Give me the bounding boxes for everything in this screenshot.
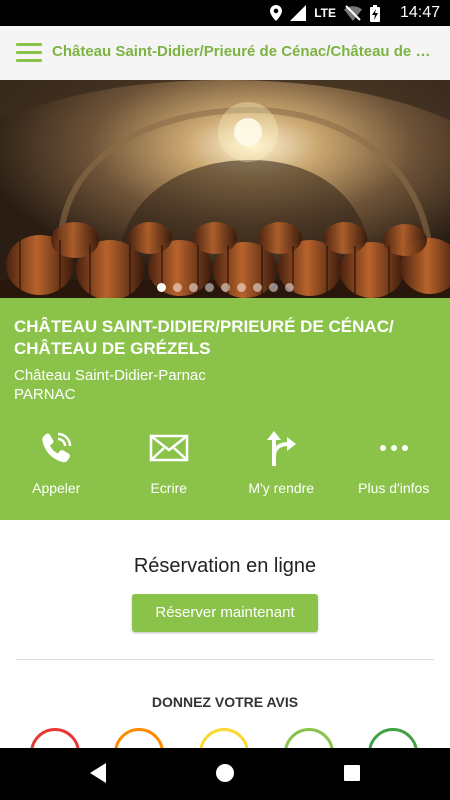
call-button[interactable]: Appeler bbox=[0, 428, 113, 508]
write-button[interactable]: Ecrire bbox=[113, 428, 226, 508]
carousel-dot[interactable] bbox=[204, 283, 214, 292]
divider bbox=[16, 659, 434, 660]
rating-faces bbox=[0, 728, 450, 748]
very-happy-face-icon[interactable] bbox=[368, 728, 418, 748]
place-title: CHÂTEAU SAINT-DIDIER/PRIEURÉ DE CÉNAC/ C… bbox=[14, 317, 394, 358]
carousel-indicator bbox=[0, 283, 450, 292]
mail-icon bbox=[149, 434, 188, 462]
signal-icon bbox=[290, 5, 307, 21]
review-title: DONNEZ VOTRE AVIS bbox=[151, 694, 299, 710]
wifi-off-icon bbox=[344, 5, 362, 21]
call-label: Appeler bbox=[32, 480, 81, 496]
carousel-dot[interactable] bbox=[252, 283, 262, 292]
navigation-bar bbox=[0, 748, 450, 800]
carousel-dot[interactable] bbox=[268, 283, 278, 292]
neutral-face-icon[interactable] bbox=[199, 728, 249, 748]
photo-carousel[interactable] bbox=[0, 80, 450, 298]
battery-charging-icon bbox=[370, 4, 380, 22]
directions-icon bbox=[267, 431, 297, 466]
back-icon[interactable] bbox=[88, 762, 108, 784]
carousel-dot[interactable] bbox=[284, 283, 294, 292]
more-icon bbox=[379, 445, 408, 451]
clock: 14:47 bbox=[399, 4, 440, 21]
directions-label: M'y rendre bbox=[248, 480, 315, 496]
unhappy-face-icon[interactable] bbox=[114, 728, 164, 748]
book-now-button[interactable]: Réserver maintenant bbox=[132, 594, 318, 632]
happy-face-icon[interactable] bbox=[284, 728, 334, 748]
app-bar: Château Saint-Didier/Prieuré de Cénac/Ch… bbox=[0, 26, 450, 80]
page-title: Château Saint-Didier/Prieuré de Cénac/Ch… bbox=[52, 43, 442, 60]
location-icon bbox=[270, 5, 283, 21]
cellar-photo bbox=[0, 80, 450, 298]
directions-button[interactable]: M'y rendre bbox=[225, 428, 338, 508]
place-city: PARNAC bbox=[14, 386, 76, 403]
more-info-label: Plus d'infos bbox=[358, 480, 430, 496]
more-info-button[interactable]: Plus d'infos bbox=[338, 428, 450, 508]
reservation-title: Réservation en ligne bbox=[133, 555, 317, 577]
carousel-dot[interactable] bbox=[236, 283, 246, 292]
status-bar: LTE 14:47 bbox=[0, 0, 450, 26]
carousel-dot[interactable] bbox=[172, 283, 182, 292]
carousel-dot[interactable] bbox=[188, 283, 198, 292]
carousel-dot[interactable] bbox=[156, 283, 166, 292]
place-subtitle: Château Saint-Didier-Parnac bbox=[14, 367, 206, 384]
recents-icon[interactable] bbox=[342, 762, 362, 784]
phone-icon bbox=[42, 432, 72, 463]
write-label: Ecrire bbox=[150, 480, 188, 496]
home-icon[interactable] bbox=[214, 762, 236, 784]
action-bar: Appeler Ecrire M'y rendre Plus d'infos bbox=[0, 428, 450, 508]
info-panel: CHÂTEAU SAINT-DIDIER/PRIEURÉ DE CÉNAC/ C… bbox=[0, 298, 450, 520]
menu-icon[interactable] bbox=[16, 43, 42, 63]
network-type: LTE bbox=[314, 6, 336, 20]
carousel-dot[interactable] bbox=[220, 283, 230, 292]
very-unhappy-face-icon[interactable] bbox=[30, 728, 80, 748]
status-icons: LTE bbox=[270, 4, 380, 22]
